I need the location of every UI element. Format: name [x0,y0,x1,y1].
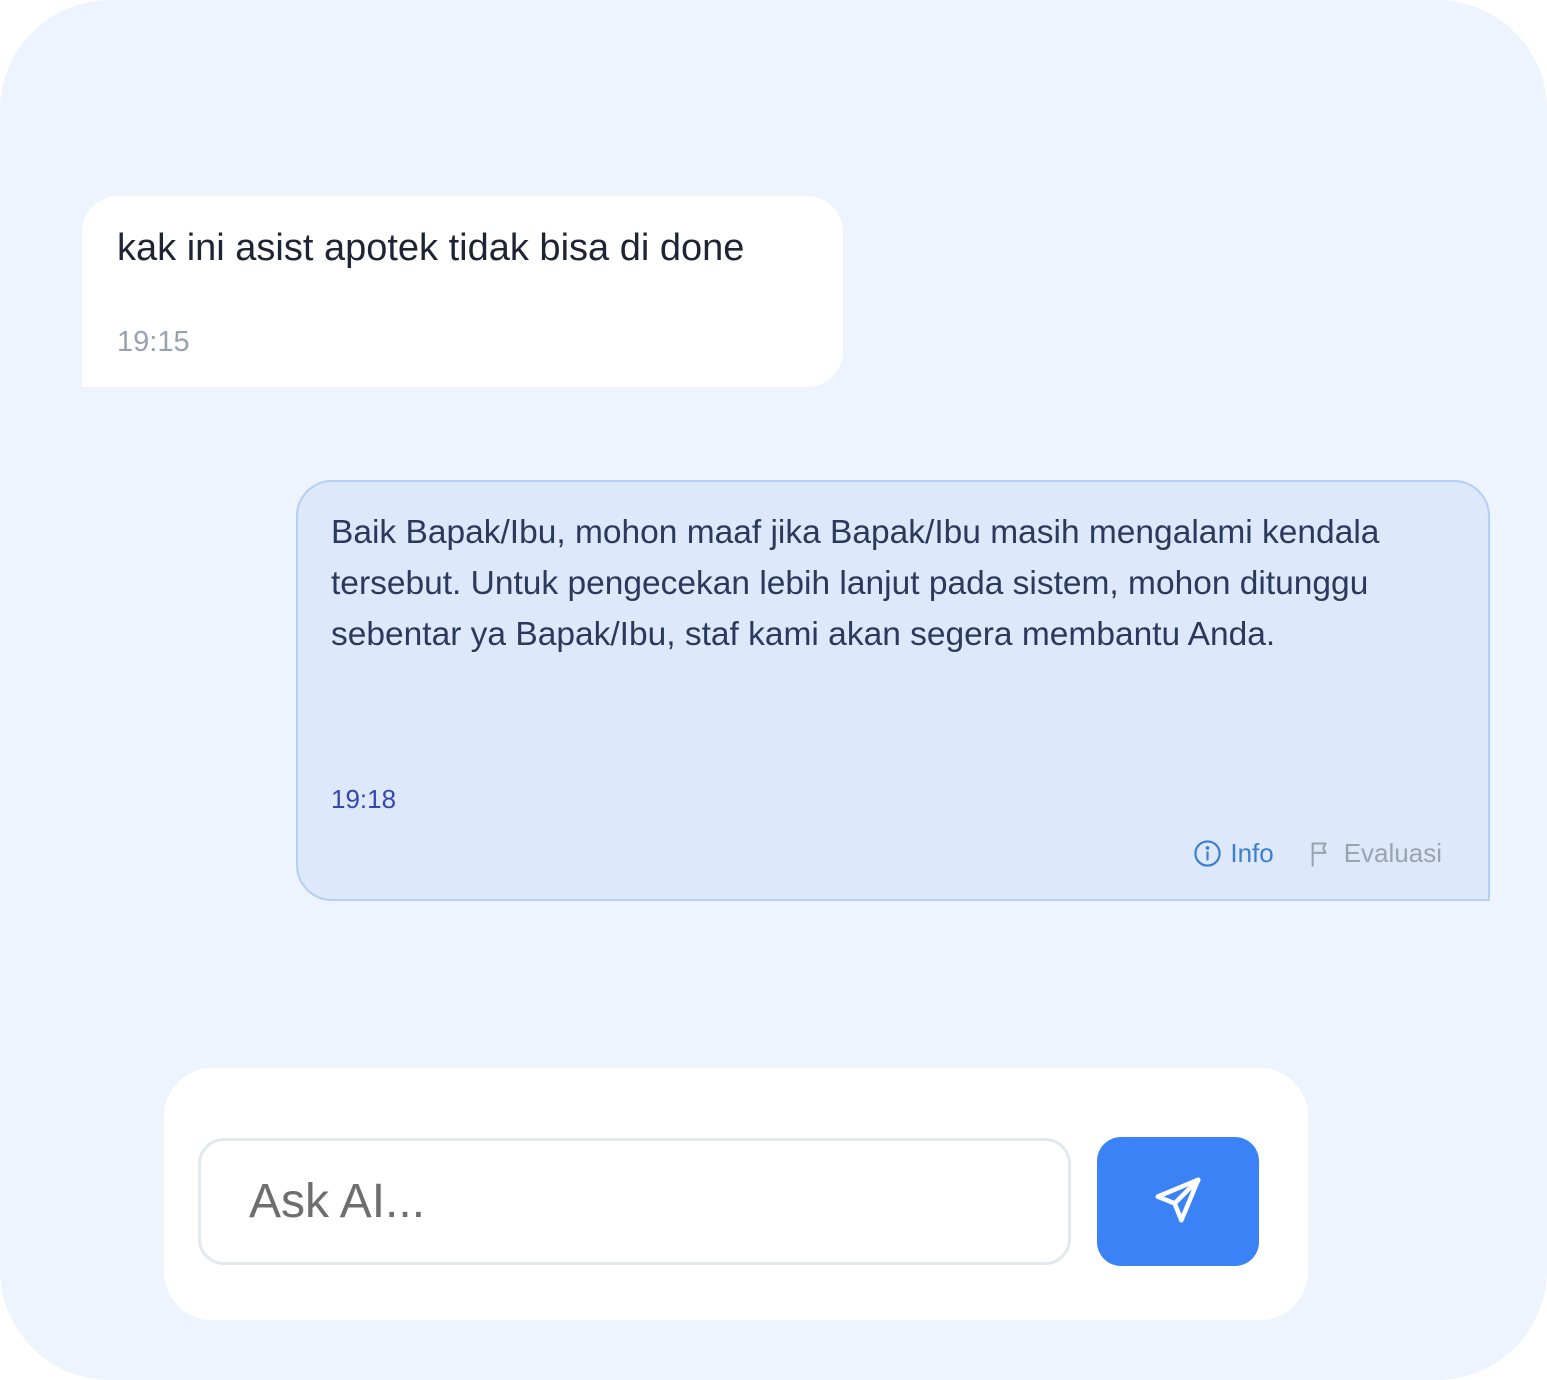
send-paper-plane-icon [1151,1173,1205,1230]
info-button[interactable]: Info [1193,838,1274,869]
bot-message-timestamp: 19:18 [331,784,397,814]
user-message-text: kak ini asist apotek tidak bisa di done [117,227,745,269]
ask-ai-input[interactable] [198,1138,1071,1265]
info-label: Info [1230,838,1274,868]
bot-message-text: Baik Bapak/Ibu, mohon maaf jika Bapak/Ib… [331,514,1380,653]
send-button[interactable] [1097,1137,1259,1266]
evaluate-label: Evaluasi [1343,838,1442,868]
bot-message-actions: Info Evaluasi [1193,838,1442,869]
user-message-bubble: kak ini asist apotek tidak bisa di done … [82,196,843,387]
chat-panel: kak ini asist apotek tidak bisa di done … [0,0,1547,1380]
user-message-timestamp: 19:15 [117,326,190,358]
evaluate-button[interactable]: Evaluasi [1308,838,1442,869]
info-circle-icon [1193,839,1222,868]
bot-message-bubble: Baik Bapak/Ibu, mohon maaf jika Bapak/Ib… [296,480,1490,901]
chat-composer [164,1068,1308,1320]
flag-icon [1308,839,1336,869]
